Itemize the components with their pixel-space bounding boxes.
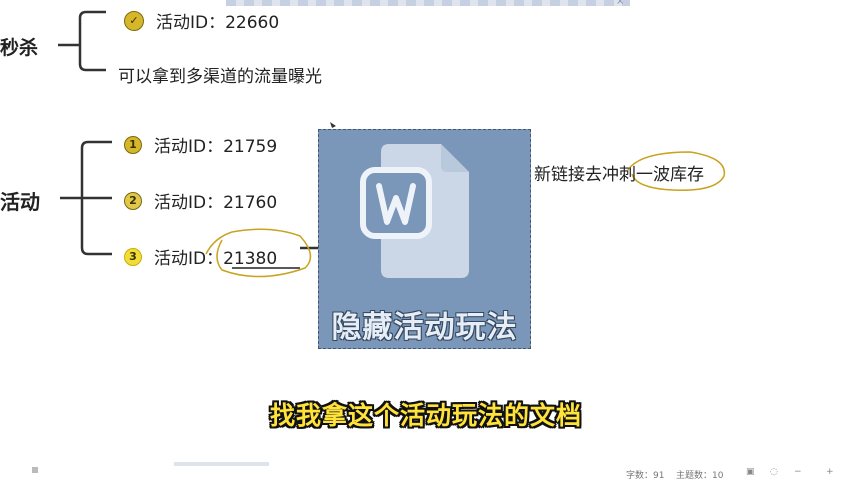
leaf-text: 可以拿到多渠道的流量曝光 <box>118 67 322 87</box>
hidden-activity-doc-card[interactable]: 隐藏活动玩法 <box>318 129 531 349</box>
cursor-icon <box>330 122 336 128</box>
status-scroll-indicator[interactable] <box>174 462 269 466</box>
fit-icon[interactable]: ◌ <box>770 467 778 477</box>
status-left-icon <box>32 467 38 473</box>
leaf-text: 活动ID：21759 <box>154 137 278 157</box>
view-icon[interactable]: ▣ <box>746 467 755 477</box>
zoom-in-icon[interactable]: + <box>826 467 834 477</box>
number-3-icon: 3 <box>124 247 142 266</box>
leaf-activity-3[interactable]: 3 活动ID：21380 <box>124 244 277 269</box>
leaf-top-2[interactable]: 可以拿到多渠道的流量曝光 <box>118 62 322 87</box>
leaf-text: 活动ID：21380 <box>154 249 278 269</box>
leaf-top-1[interactable]: ✓ 活动ID：22660 <box>124 8 279 33</box>
topic-count: 主题数：10 <box>676 471 724 481</box>
leaf-activity-1[interactable]: 1 活动ID：21759 <box>124 132 277 157</box>
mindmap-canvas: × 秒杀 活动 ✓ 活动ID：22660 可以拿到多渠道的流量曝光 1 活动ID… <box>0 0 852 481</box>
connector-top <box>58 10 106 72</box>
leaf-text: 活动ID：22660 <box>156 13 280 33</box>
zoom-out-icon[interactable]: − <box>794 467 802 477</box>
parent-node-top[interactable]: 秒杀 <box>0 33 38 60</box>
leaf-text: 活动ID：21760 <box>154 193 278 213</box>
number-2-icon: 2 <box>124 191 142 210</box>
parent-node-mid[interactable]: 活动 <box>0 186 40 215</box>
doc-card-label: 隐藏活动玩法 <box>331 310 518 345</box>
number-1-icon: 1 <box>124 135 142 154</box>
status-bar: 字数：91 主题数：10 ▣ ◌ − + <box>0 462 852 481</box>
leaf-activity-2[interactable]: 2 活动ID：21760 <box>124 188 277 213</box>
video-subtitle: 找我拿这个活动玩法的文档 <box>269 401 582 430</box>
check-icon: ✓ <box>124 10 144 31</box>
word-count: 字数：91 <box>626 471 665 481</box>
connector-mid <box>60 140 112 256</box>
right-branch-text[interactable]: 新链接去冲刺一波库存 <box>534 160 704 185</box>
